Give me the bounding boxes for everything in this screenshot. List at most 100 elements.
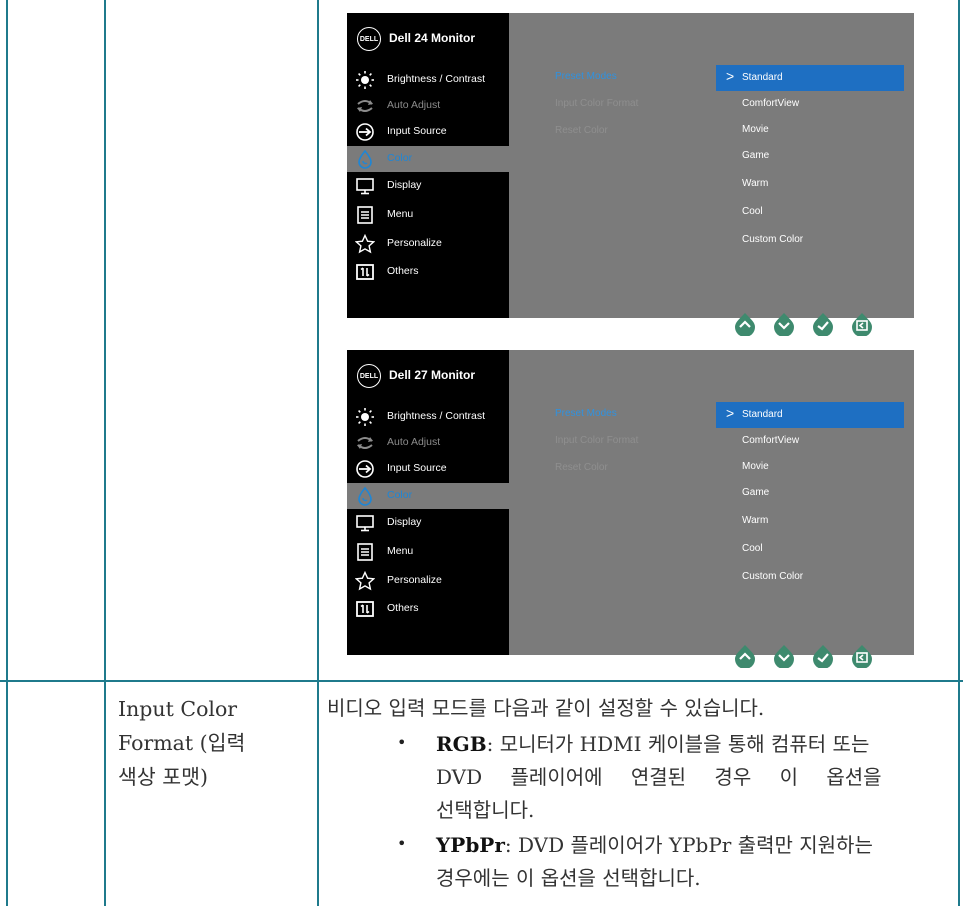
osd-option[interactable]: Movie [716, 117, 904, 143]
osd-submenu-item[interactable]: Preset Modes [555, 71, 617, 82]
osd-menu-item[interactable]: Menu [347, 202, 509, 228]
osd-option-label: Warm [742, 178, 769, 189]
osd-option-label: Movie [742, 461, 769, 472]
osd-menu-label: Others [387, 602, 419, 614]
osd-option[interactable]: Warm [716, 508, 904, 534]
osd-menu-label: Menu [387, 208, 414, 220]
osd-menu-label: Color [387, 489, 413, 501]
display-icon [356, 178, 374, 195]
up-arrow-icon[interactable] [733, 644, 757, 668]
osd-option-label: ComfortView [742, 98, 800, 109]
input-source-icon [356, 460, 374, 478]
osd-option[interactable]: Custom Color [716, 564, 904, 590]
dell-logo-icon: DELL [357, 364, 381, 388]
osd-menu-label: Auto Adjust [387, 436, 441, 448]
table-border-left [6, 0, 8, 906]
table-border-col2 [317, 0, 319, 906]
auto-adjust-icon [357, 437, 373, 449]
bullet-line: 경우에는 이 옵션을 선택합니다. [436, 866, 701, 890]
osd-submenu-item[interactable]: Preset Modes [555, 408, 617, 419]
osd-option-label: Cool [742, 206, 763, 217]
dell-logo-icon: DELL [357, 27, 381, 51]
osd-menu-label: Input Source [387, 462, 447, 474]
osd-menu-label: Display [387, 516, 422, 528]
osd-menu-item[interactable]: Color [347, 483, 509, 509]
osd-menu-item[interactable]: Color [347, 146, 509, 172]
osd-option-label: Custom Color [742, 571, 804, 582]
osd-option[interactable]: > Standard [716, 65, 904, 91]
setting-label-line: Input Color [118, 697, 238, 721]
osd-option-label: Warm [742, 515, 769, 526]
osd-menu-label: Color [387, 152, 413, 164]
osd-option-label: Game [742, 487, 770, 498]
setting-label-line: 색상 포맷) [118, 765, 208, 789]
bullet-line: 선택합니다. [436, 798, 535, 822]
osd-submenu-item[interactable]: Input Color Format [555, 98, 638, 109]
osd-menu-item[interactable]: Input Source [347, 456, 509, 482]
osd-menu-item[interactable]: Brightness / Contrast [347, 67, 509, 93]
down-arrow-icon[interactable] [772, 644, 796, 668]
back-icon[interactable] [850, 644, 874, 668]
osd-option[interactable]: ComfortView [716, 91, 904, 117]
osd-menu-item[interactable]: Brightness / Contrast [347, 404, 509, 430]
osd-option[interactable]: Warm [716, 171, 904, 197]
setting-label-line: Format (입력 [118, 731, 246, 755]
osd-menu-item[interactable]: Display [347, 173, 509, 199]
osd-title: Dell 27 Monitor [389, 368, 476, 382]
auto-adjust-icon [357, 100, 373, 112]
osd-menu-item[interactable]: Others [347, 259, 509, 285]
bullet-text: : DVD 플레이어가 YPbPr 출력만 지원하는 [504, 833, 873, 857]
osd-submenu-item[interactable]: Reset Color [555, 125, 608, 136]
osd-option[interactable]: Custom Color [716, 227, 904, 253]
input-source-icon [356, 123, 374, 141]
chevron-right-icon: > [726, 405, 735, 421]
osd-menu-item[interactable]: Display [347, 510, 509, 536]
osd-menu-label: Auto Adjust [387, 99, 441, 111]
setting-label: Input Color Format (입력 색상 포맷) [118, 692, 308, 794]
check-icon[interactable] [811, 644, 835, 668]
osd-menu-item[interactable]: Menu [347, 539, 509, 565]
osd-menu-item[interactable]: Others [347, 596, 509, 622]
osd-option[interactable]: > Standard [716, 402, 904, 428]
setting-intro: 비디오 입력 모드를 다음과 같이 설정할 수 있습니다. [327, 696, 765, 720]
osd-menu-label: Brightness / Contrast [387, 73, 486, 85]
osd-menu-item[interactable]: Personalize [347, 568, 509, 594]
up-arrow-icon[interactable] [733, 312, 757, 336]
bullet-term: RGB [436, 732, 487, 756]
osd-menu-label: Personalize [387, 574, 442, 586]
back-icon[interactable] [850, 312, 874, 336]
osd-menu-label: Brightness / Contrast [387, 410, 486, 422]
check-icon[interactable] [811, 312, 835, 336]
osd-option-label: Standard [742, 409, 783, 420]
osd-menu-item[interactable]: Auto Adjust [347, 93, 509, 119]
osd-menu-label: Display [387, 179, 422, 191]
chevron-right-icon: > [726, 68, 735, 84]
others-icon [356, 264, 374, 280]
osd-menu-item[interactable]: Auto Adjust [347, 430, 509, 456]
osd-screenshot-24: DELL Dell 24 Monitor Brightness / Contra… [347, 13, 914, 318]
osd-option[interactable]: ComfortView [716, 428, 904, 454]
osd-option[interactable]: Game [716, 143, 904, 169]
osd-option[interactable]: Game [716, 480, 904, 506]
osd-submenu-item[interactable]: Reset Color [555, 462, 608, 473]
bullet-ypbpr: YPbPr: DVD 플레이어가 YPbPr 출력만 지원하는 경우에는 이 옵… [436, 829, 952, 895]
bullet-term: YPbPr [436, 833, 505, 857]
osd-menu-item[interactable]: Personalize [347, 231, 509, 257]
osd-menu-label: Others [387, 265, 419, 277]
down-arrow-icon[interactable] [772, 312, 796, 336]
color-drop-icon [358, 149, 372, 169]
bullet-rgb: RGB: 모니터가 HDMI 케이블을 통해 컴퓨터 또는 DVD 플레이어에 … [436, 728, 952, 827]
osd-submenu-item[interactable]: Input Color Format [555, 435, 638, 446]
menu-icon [357, 206, 373, 224]
bullet-line: DVD 플레이어에 연결된 경우 이 옵션을 [436, 765, 882, 789]
osd-menu-item[interactable]: Input Source [347, 119, 509, 145]
color-drop-icon [358, 486, 372, 506]
osd-screenshot-27: DELL Dell 27 Monitor Brightness / Contra… [347, 350, 914, 655]
brightness-icon [356, 71, 374, 89]
osd-option[interactable]: Cool [716, 199, 904, 225]
table-row-divider [0, 680, 963, 682]
osd-option[interactable]: Movie [716, 454, 904, 480]
osd-option[interactable]: Cool [716, 536, 904, 562]
osd-title: Dell 24 Monitor [389, 31, 476, 45]
menu-icon [357, 543, 373, 561]
